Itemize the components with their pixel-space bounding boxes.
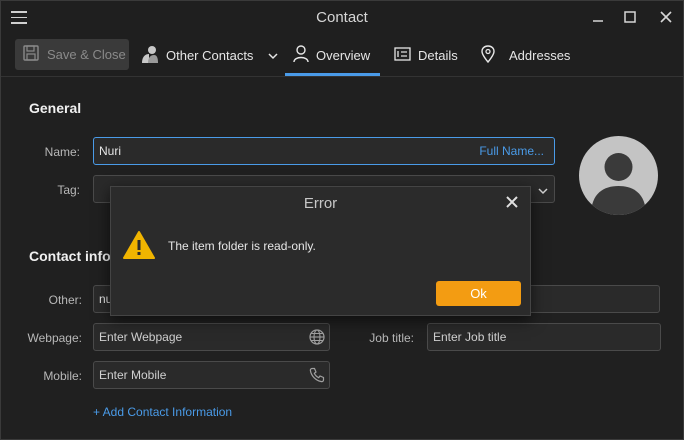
location-pin-icon xyxy=(481,44,495,66)
tab-overview[interactable]: Overview xyxy=(293,39,370,71)
job-title-placeholder: Enter Job title xyxy=(433,330,507,344)
title-bar: Contact xyxy=(1,1,683,35)
save-icon xyxy=(23,45,39,64)
chevron-down-icon xyxy=(268,48,278,63)
save-close-button[interactable]: Save & Close xyxy=(15,39,129,70)
contacts-icon xyxy=(139,44,159,67)
job-title-label: Job title: xyxy=(369,331,414,345)
webpage-placeholder: Enter Webpage xyxy=(99,330,183,344)
globe-icon xyxy=(309,329,325,348)
save-close-label: Save & Close xyxy=(47,47,126,62)
add-contact-info-link[interactable]: + Add Contact Information xyxy=(93,405,232,419)
tab-details[interactable]: Details xyxy=(394,39,458,71)
warning-icon xyxy=(122,230,156,263)
mobile-label: Mobile: xyxy=(43,369,82,383)
webpage-input[interactable]: Enter Webpage xyxy=(93,323,330,351)
tab-overview-label: Overview xyxy=(316,47,371,63)
minimize-icon[interactable] xyxy=(583,5,613,29)
mobile-input[interactable]: Enter Mobile xyxy=(93,361,330,389)
job-title-input[interactable]: Enter Job title xyxy=(427,323,661,351)
window-title: Contact xyxy=(316,9,368,26)
webpage-label: Webpage: xyxy=(27,331,83,345)
error-dialog: Error The item folder is read-only. Ok xyxy=(110,186,531,316)
other-contacts-button[interactable]: Other Contacts xyxy=(139,39,278,71)
close-icon[interactable] xyxy=(504,194,520,210)
dialog-message: The item folder is read-only. xyxy=(168,239,316,253)
details-icon xyxy=(394,46,411,64)
phone-icon xyxy=(309,367,325,386)
general-section-title: General xyxy=(29,100,82,116)
tag-label: Tag: xyxy=(57,183,80,197)
contact-window: Contact Save & Close Other Contacts Over… xyxy=(0,0,684,440)
name-value: Nuri xyxy=(99,144,122,158)
other-contacts-label: Other Contacts xyxy=(166,47,254,63)
name-label: Name: xyxy=(44,145,80,159)
maximize-icon[interactable] xyxy=(615,5,645,29)
mobile-placeholder: Enter Mobile xyxy=(99,368,167,382)
name-field[interactable]: Nuri Full Name... xyxy=(93,137,555,165)
other-label: Other: xyxy=(48,293,82,307)
chevron-down-icon xyxy=(538,184,548,198)
person-icon xyxy=(293,44,309,66)
avatar-icon[interactable] xyxy=(579,136,658,215)
toolbar: Save & Close Other Contacts Overview Det… xyxy=(1,35,683,77)
tab-details-label: Details xyxy=(418,47,458,63)
tab-addresses-label: Addresses xyxy=(509,47,571,63)
full-name-link[interactable]: Full Name... xyxy=(479,144,544,158)
active-tab-indicator xyxy=(285,73,380,76)
contact-info-section-title: Contact infor xyxy=(29,248,117,264)
close-icon[interactable] xyxy=(651,5,681,29)
ok-button[interactable]: Ok xyxy=(436,281,521,306)
dialog-title: Error xyxy=(303,195,338,212)
tab-addresses[interactable]: Addresses xyxy=(481,39,570,71)
